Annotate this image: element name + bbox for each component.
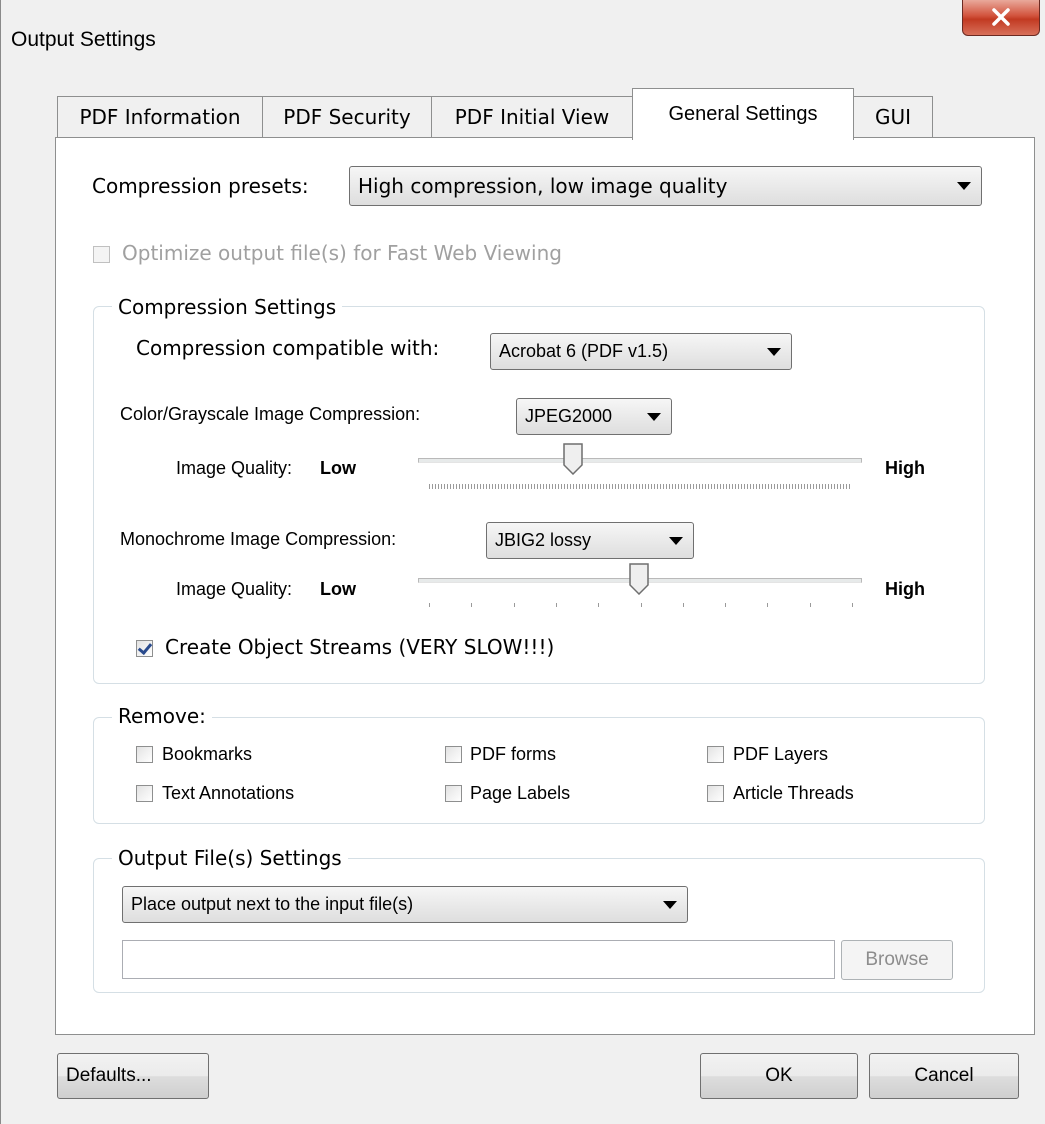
fast-web-label: Optimize output file(s) for Fast Web Vie… <box>122 241 562 265</box>
page-labels-checkbox[interactable] <box>445 785 462 802</box>
remove-legend: Remove: <box>112 704 212 728</box>
tab-gui[interactable]: GUI <box>853 96 933 138</box>
color-quality-label: Image Quality: <box>176 458 293 478</box>
pdf-layers-label: PDF Layers <box>733 744 829 764</box>
color-compression-label: Color/Grayscale Image Compression: <box>120 404 421 424</box>
article-threads-checkbox[interactable] <box>707 785 724 802</box>
color-quality-high-label: High <box>885 458 925 478</box>
chevron-down-icon <box>767 347 781 356</box>
general-settings-panel: Compression presets: High compression, l… <box>55 137 1035 1035</box>
fast-web-checkbox[interactable] <box>93 246 110 263</box>
tab-pdf-initial-view[interactable]: PDF Initial View <box>431 96 633 138</box>
output-path-input[interactable] <box>122 940 835 979</box>
remove-group <box>93 717 985 824</box>
color-quality-track <box>418 458 862 463</box>
object-streams-label: Create Object Streams (VERY SLOW!!!) <box>165 635 555 659</box>
compression-compatible-label: Compression compatible with: <box>136 336 440 360</box>
title-bar: Output Settings <box>1 0 1045 78</box>
chevron-down-icon <box>647 412 661 421</box>
mono-compression-label: Monochrome Image Compression: <box>120 529 397 549</box>
compression-compatible-select[interactable]: Acrobat 6 (PDF v1.5) <box>490 333 792 370</box>
object-streams-checkbox[interactable] <box>136 640 153 657</box>
mono-quality-tick <box>682 603 684 607</box>
color-compression-select[interactable]: JPEG2000 <box>516 398 672 435</box>
tab-pdf-information[interactable]: PDF Information <box>57 96 263 138</box>
mono-quality-tick <box>640 603 642 607</box>
chevron-down-icon <box>669 536 683 545</box>
tab-pdf-security[interactable]: PDF Security <box>262 96 432 138</box>
mono-quality-tick <box>767 603 769 607</box>
mono-quality-tick <box>429 603 430 607</box>
color-compression-value: JPEG2000 <box>525 406 613 426</box>
color-quality-slider-thumb[interactable] <box>562 443 583 475</box>
mono-quality-tick <box>555 603 557 607</box>
article-threads-label: Article Threads <box>733 783 854 803</box>
tab-general-settings[interactable]: General Settings <box>632 88 854 140</box>
mono-quality-tick <box>598 603 600 607</box>
color-quality-ticks <box>429 484 852 489</box>
text-annotations-checkbox[interactable] <box>136 785 153 802</box>
mono-quality-tick <box>852 603 853 607</box>
mono-compression-select[interactable]: JBIG2 lossy <box>486 522 694 559</box>
window-title: Output Settings <box>11 28 156 51</box>
color-quality-low-label: Low <box>320 458 356 478</box>
compression-presets-label: Compression presets: <box>92 174 309 198</box>
close-button[interactable] <box>962 0 1040 36</box>
output-location-select[interactable]: Place output next to the input file(s) <box>122 886 688 923</box>
chevron-down-icon <box>957 182 971 190</box>
ok-button[interactable]: OK <box>700 1053 858 1099</box>
mono-quality-high-label: High <box>885 579 925 599</box>
mono-quality-low-label: Low <box>320 579 356 599</box>
pdf-forms-label: PDF forms <box>470 744 557 764</box>
chevron-down-icon <box>663 900 677 909</box>
bookmarks-checkbox[interactable] <box>136 746 153 763</box>
browse-button[interactable]: Browse <box>841 940 953 980</box>
mono-quality-tick <box>809 603 811 607</box>
output-settings-dialog: Output Settings PDF Information PDF Secu… <box>0 0 1045 1124</box>
text-annotations-label: Text Annotations <box>162 783 295 803</box>
compression-presets-select[interactable]: High compression, low image quality <box>349 166 982 206</box>
output-location-value: Place output next to the input file(s) <box>131 894 414 914</box>
compression-compatible-value: Acrobat 6 (PDF v1.5) <box>499 341 669 361</box>
compression-presets-value: High compression, low image quality <box>358 174 728 198</box>
mono-quality-tick <box>513 603 515 607</box>
output-settings-legend: Output File(s) Settings <box>112 846 348 870</box>
mono-compression-value: JBIG2 lossy <box>495 530 592 550</box>
cancel-button[interactable]: Cancel <box>869 1053 1019 1099</box>
pdf-forms-checkbox[interactable] <box>445 746 462 763</box>
mono-quality-tick <box>471 603 473 607</box>
mono-quality-slider-thumb[interactable] <box>629 563 649 595</box>
page-labels-label: Page Labels <box>470 783 571 803</box>
mono-quality-tick <box>725 603 727 607</box>
mono-quality-label: Image Quality: <box>176 579 293 599</box>
pdf-layers-checkbox[interactable] <box>707 746 724 763</box>
close-icon <box>992 8 1010 26</box>
compression-settings-legend: Compression Settings <box>112 295 343 319</box>
bookmarks-label: Bookmarks <box>162 744 253 764</box>
defaults-button[interactable]: Defaults... <box>57 1053 209 1099</box>
